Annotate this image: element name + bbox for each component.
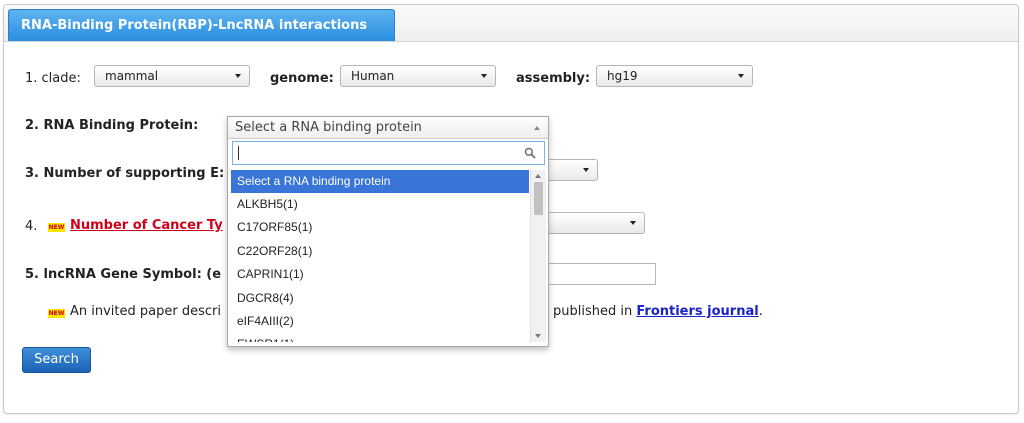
rbp-select[interactable]: Select a RNA binding protein	[228, 117, 548, 139]
chevron-up-icon	[534, 126, 540, 130]
assembly-select[interactable]: hg19	[596, 65, 753, 87]
cancer-number: 4.	[25, 219, 38, 234]
genome-label: genome:	[270, 71, 334, 86]
scroll-down-icon[interactable]	[535, 334, 541, 338]
clade-select[interactable]: mammal	[94, 65, 250, 87]
rbp-option-list: Select a RNA binding protein ALKBH5(1) C…	[231, 170, 529, 342]
rbp-search-input[interactable]	[232, 141, 545, 165]
chevron-down-icon	[481, 74, 487, 78]
chevron-down-icon	[583, 168, 589, 172]
chevron-down-icon	[738, 74, 744, 78]
panel-header: RNA-Binding Protein(RBP)-LncRNA interact…	[4, 5, 1018, 42]
note-text-prefix: An invited paper descri	[70, 304, 221, 319]
note-text: published in Frontiers journal.	[553, 304, 763, 319]
list-item[interactable]: EWSR1(1)	[231, 333, 529, 342]
list-item[interactable]: Select a RNA binding protein	[231, 170, 529, 193]
cancer-type-link[interactable]: Number of Cancer Ty	[70, 218, 223, 233]
gene-label: 5. lncRNA Gene Symbol: (e	[25, 267, 222, 282]
scroll-up-icon[interactable]	[535, 174, 541, 178]
tab-rbp-lncrna[interactable]: RNA-Binding Protein(RBP)-LncRNA interact…	[8, 9, 395, 41]
list-item[interactable]: C22ORF28(1)	[231, 240, 529, 263]
assembly-label: assembly:	[516, 71, 591, 86]
search-button[interactable]: Search	[22, 347, 91, 373]
scrollbar-thumb[interactable]	[534, 182, 543, 215]
genome-select[interactable]: Human	[340, 65, 496, 87]
chevron-down-icon	[630, 221, 636, 225]
rbp-dropdown[interactable]: Select a RNA binding protein Select a RN…	[227, 116, 549, 347]
clade-label: 1. clade:	[25, 71, 81, 86]
frontiers-journal-link[interactable]: Frontiers journal	[636, 304, 758, 319]
chevron-down-icon	[235, 74, 241, 78]
list-item[interactable]: ALKBH5(1)	[231, 193, 529, 216]
new-badge: NEW	[48, 223, 65, 232]
cancer-select[interactable]	[540, 212, 645, 234]
dropdown-scrollbar[interactable]	[530, 170, 546, 342]
list-item[interactable]: eIF4AIII(2)	[231, 310, 529, 333]
list-item[interactable]: CAPRIN1(1)	[231, 263, 529, 286]
support-label: 3. Number of supporting E:	[25, 166, 225, 181]
text-cursor	[238, 146, 239, 160]
gene-symbol-input[interactable]	[540, 263, 656, 285]
search-icon	[524, 147, 536, 159]
list-item[interactable]: DGCR8(4)	[231, 287, 529, 310]
new-badge: NEW	[48, 309, 65, 318]
list-item[interactable]: C17ORF85(1)	[231, 216, 529, 239]
rbp-label: 2. RNA Binding Protein:	[25, 118, 199, 133]
